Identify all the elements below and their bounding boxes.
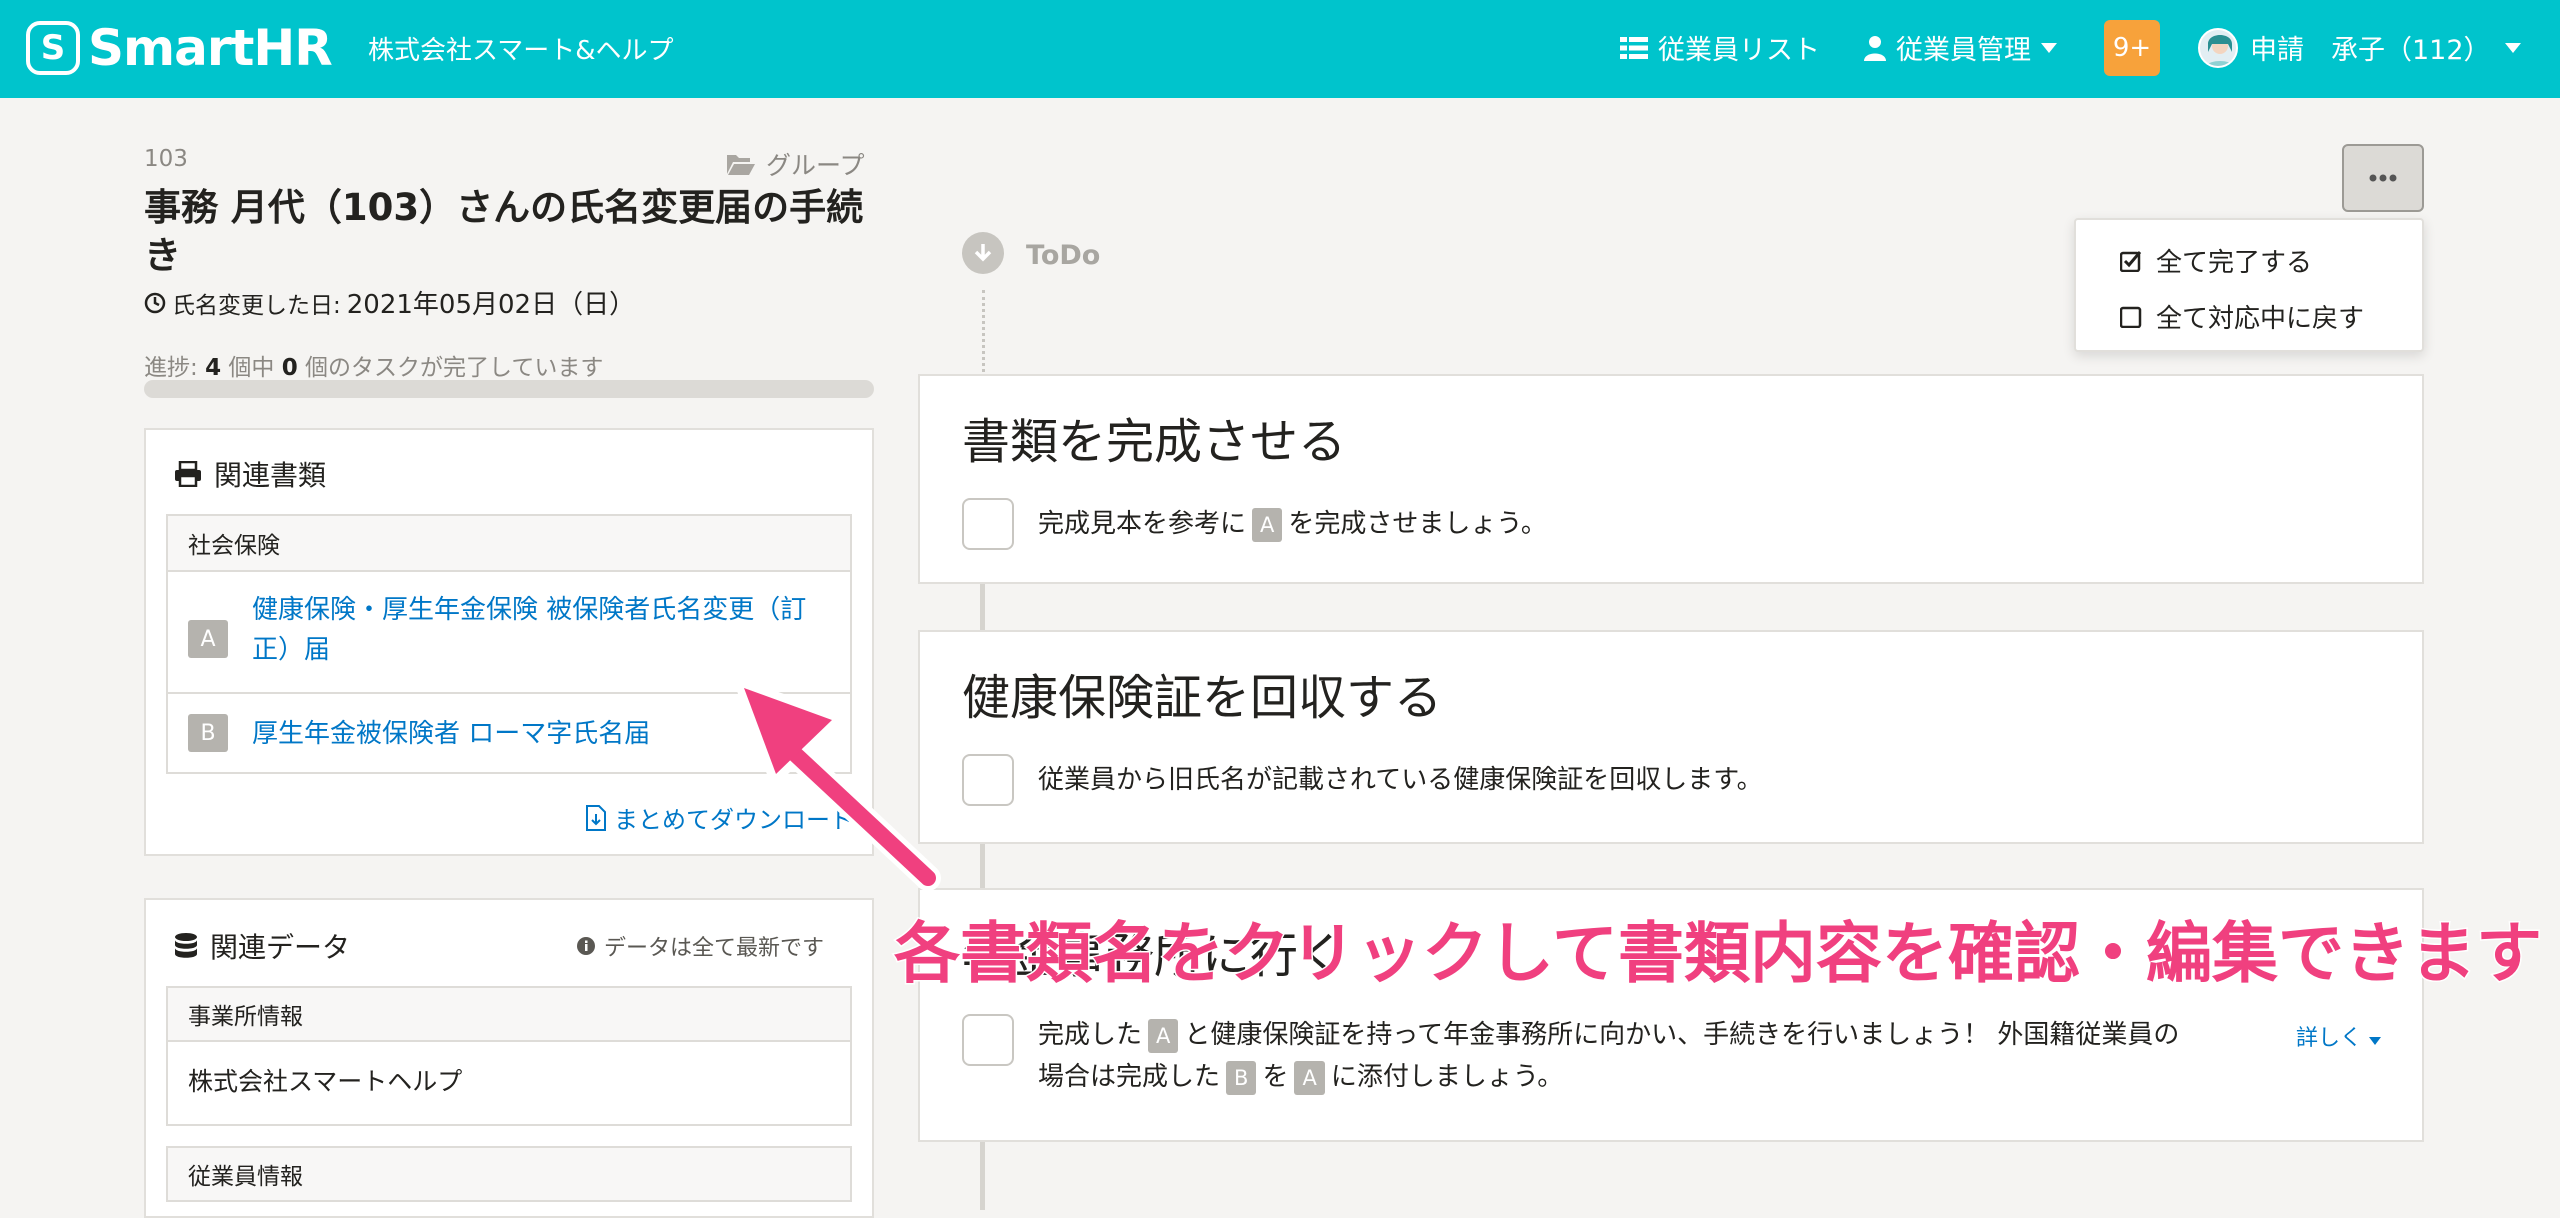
card-title-label: 関連書類: [214, 459, 327, 492]
doc-badge-a: A: [1252, 507, 1283, 542]
more-options-menu: 全て完了する 全て対応中に戻す: [2074, 218, 2424, 352]
card-title-label: 関連データ: [210, 931, 351, 964]
doc-badge-a: A: [188, 620, 228, 658]
more-options-button[interactable]: [2342, 144, 2424, 212]
task-text: 従業員から旧氏名が記載されている健康保険証を回収します。: [1038, 765, 1763, 795]
progress-text: 進捗: 4 個中 0 個のタスクが完了しています: [144, 348, 603, 382]
details-label: 詳しく: [2296, 1026, 2363, 1051]
empty-box-icon: [2120, 306, 2142, 328]
task-text-part: 場合は完成した: [1038, 1062, 1221, 1092]
list-icon: [1620, 36, 1648, 59]
task-body: 従業員から旧氏名が記載されている健康保険証を回収します。: [962, 754, 1763, 806]
related-docs-title: 関連書類: [174, 454, 326, 494]
task-body: 完成見本を参考に A を完成させましょう。: [962, 498, 1547, 550]
progress-done: 0: [281, 355, 298, 381]
smarthr-logo[interactable]: S SmartHR: [26, 19, 333, 77]
chevron-down-icon: [2504, 42, 2521, 53]
related-data-title: 関連データ: [174, 926, 350, 966]
doc-badge-b: B: [1226, 1060, 1257, 1095]
task-checkbox[interactable]: [962, 754, 1014, 806]
file-download-icon: [586, 804, 606, 831]
task-body: 完成した A と健康保険証を持って年金事務所に向かい、手続きを行いましょう！ 外国籍…: [962, 1014, 2268, 1098]
progress-bar: [144, 380, 874, 398]
menu-item-revert-all[interactable]: 全て対応中に戻す: [2120, 298, 2364, 335]
doc-badge-a: A: [1294, 1060, 1325, 1095]
task-text-part: と健康保険証を持って年金事務所に向かい、手続きを行いましょう！ 外国籍従業員の: [1184, 1020, 2180, 1050]
task-text-part: 完成見本を参考に: [1038, 509, 1247, 539]
chevron-down-icon: [2041, 42, 2057, 53]
caret-down-icon: [2369, 1037, 2382, 1045]
checked-box-icon: [2120, 250, 2142, 272]
office-name: 株式会社スマートヘルプ: [188, 1067, 463, 1096]
doc-badge-b: B: [188, 714, 228, 752]
task-text-part: に添付しましょう。: [1330, 1062, 1564, 1092]
database-icon: [175, 933, 197, 958]
todo-label: ToDo: [1026, 240, 1101, 271]
procedure-id: 103: [144, 146, 188, 172]
menu-label: 全て完了する: [2156, 248, 2313, 278]
nav-employee-list[interactable]: 従業員リスト: [1620, 28, 1820, 67]
task-text-part: 完成した: [1038, 1020, 1143, 1050]
callout-arrow-icon: [734, 678, 941, 891]
ellipsis-icon: [2369, 174, 2397, 182]
menu-label: 全て対応中に戻す: [2156, 304, 2365, 334]
logo-text: SmartHR: [88, 19, 333, 77]
task-card: 健康保険証を回収する 従業員から旧氏名が記載されている健康保険証を回収します。: [918, 630, 2424, 844]
group-label: グループ: [766, 151, 865, 180]
doc-link-name-change[interactable]: 健康保険・厚生年金保険 被保険者氏名変更（訂正）届: [252, 590, 830, 670]
folder-open-icon: [727, 155, 755, 175]
task-text: 完成見本を参考に A を完成させましょう。: [1038, 503, 1547, 545]
date-value: 2021年05月02日（日）: [346, 290, 636, 320]
timeline-dotted-line: [982, 290, 985, 378]
progress-total: 4: [205, 355, 222, 381]
user-menu[interactable]: 申請 承子（112）: [2250, 28, 2521, 67]
progress-suffix: 個のタスクが完了しています: [305, 355, 604, 381]
avatar[interactable]: [2198, 28, 2238, 68]
doc-link-romaji-name[interactable]: 厚生年金被保険者 ローマ字氏名届: [252, 714, 650, 754]
office-info-row: 株式会社スマートヘルプ: [166, 1042, 852, 1126]
task-text-part: を: [1262, 1062, 1289, 1092]
nav-label: 従業員リスト: [1658, 35, 1820, 66]
user-name: 申請 承子（112）: [2250, 35, 2491, 66]
group-link[interactable]: グループ: [726, 146, 865, 182]
task-text: 完成した A と健康保険証を持って年金事務所に向かい、手続きを行いましょう！ 外国籍…: [1038, 1014, 2268, 1098]
clock-icon: [144, 292, 166, 313]
task-checkbox[interactable]: [962, 1014, 1014, 1066]
progress-prefix: 進捗:: [144, 355, 198, 381]
logo-mark-icon: S: [26, 21, 80, 75]
name-change-date: 氏名変更した日: 2021年05月02日（日）: [144, 284, 635, 321]
task-text-part: を完成させましょう。: [1288, 509, 1547, 539]
user-icon: [1864, 35, 1886, 61]
nav-label: 従業員管理: [1896, 35, 2031, 66]
notification-badge[interactable]: 9+: [2104, 20, 2160, 76]
progress-middle: 個中: [228, 355, 275, 381]
details-toggle[interactable]: 詳しく: [2296, 1020, 2382, 1052]
menu-item-complete-all[interactable]: 全て完了する: [2120, 242, 2312, 279]
page-title: 事務 月代（103）さんの氏名変更届の手続き: [144, 186, 864, 277]
task-title: 書類を完成させる: [962, 414, 1347, 470]
date-label: 氏名変更した日:: [172, 292, 341, 319]
section-header-office-info: 事業所情報: [166, 986, 852, 1042]
task-title: 健康保険証を回収する: [962, 670, 1443, 726]
annotation-caption: 各書類名をクリックして書類内容を確認・編集できます: [892, 914, 2543, 994]
nav-employee-management[interactable]: 従業員管理: [1864, 28, 2057, 67]
company-name: 株式会社スマート&ヘルプ: [368, 36, 674, 66]
section-header-social-insurance: 社会保険: [166, 514, 852, 572]
info-icon: [577, 937, 595, 955]
doc-badge-a: A: [1148, 1018, 1179, 1053]
task-card: 書類を完成させる 完成見本を参考に A を完成させましょう。: [918, 374, 2424, 584]
section-header-employee-info: 従業員情報: [166, 1146, 852, 1202]
data-status-label: データは全て最新です: [604, 936, 825, 961]
task-checkbox[interactable]: [962, 498, 1014, 550]
data-status: データは全て最新です: [576, 930, 824, 962]
print-icon: [175, 461, 201, 487]
arrow-down-circle-icon: [962, 232, 1004, 274]
